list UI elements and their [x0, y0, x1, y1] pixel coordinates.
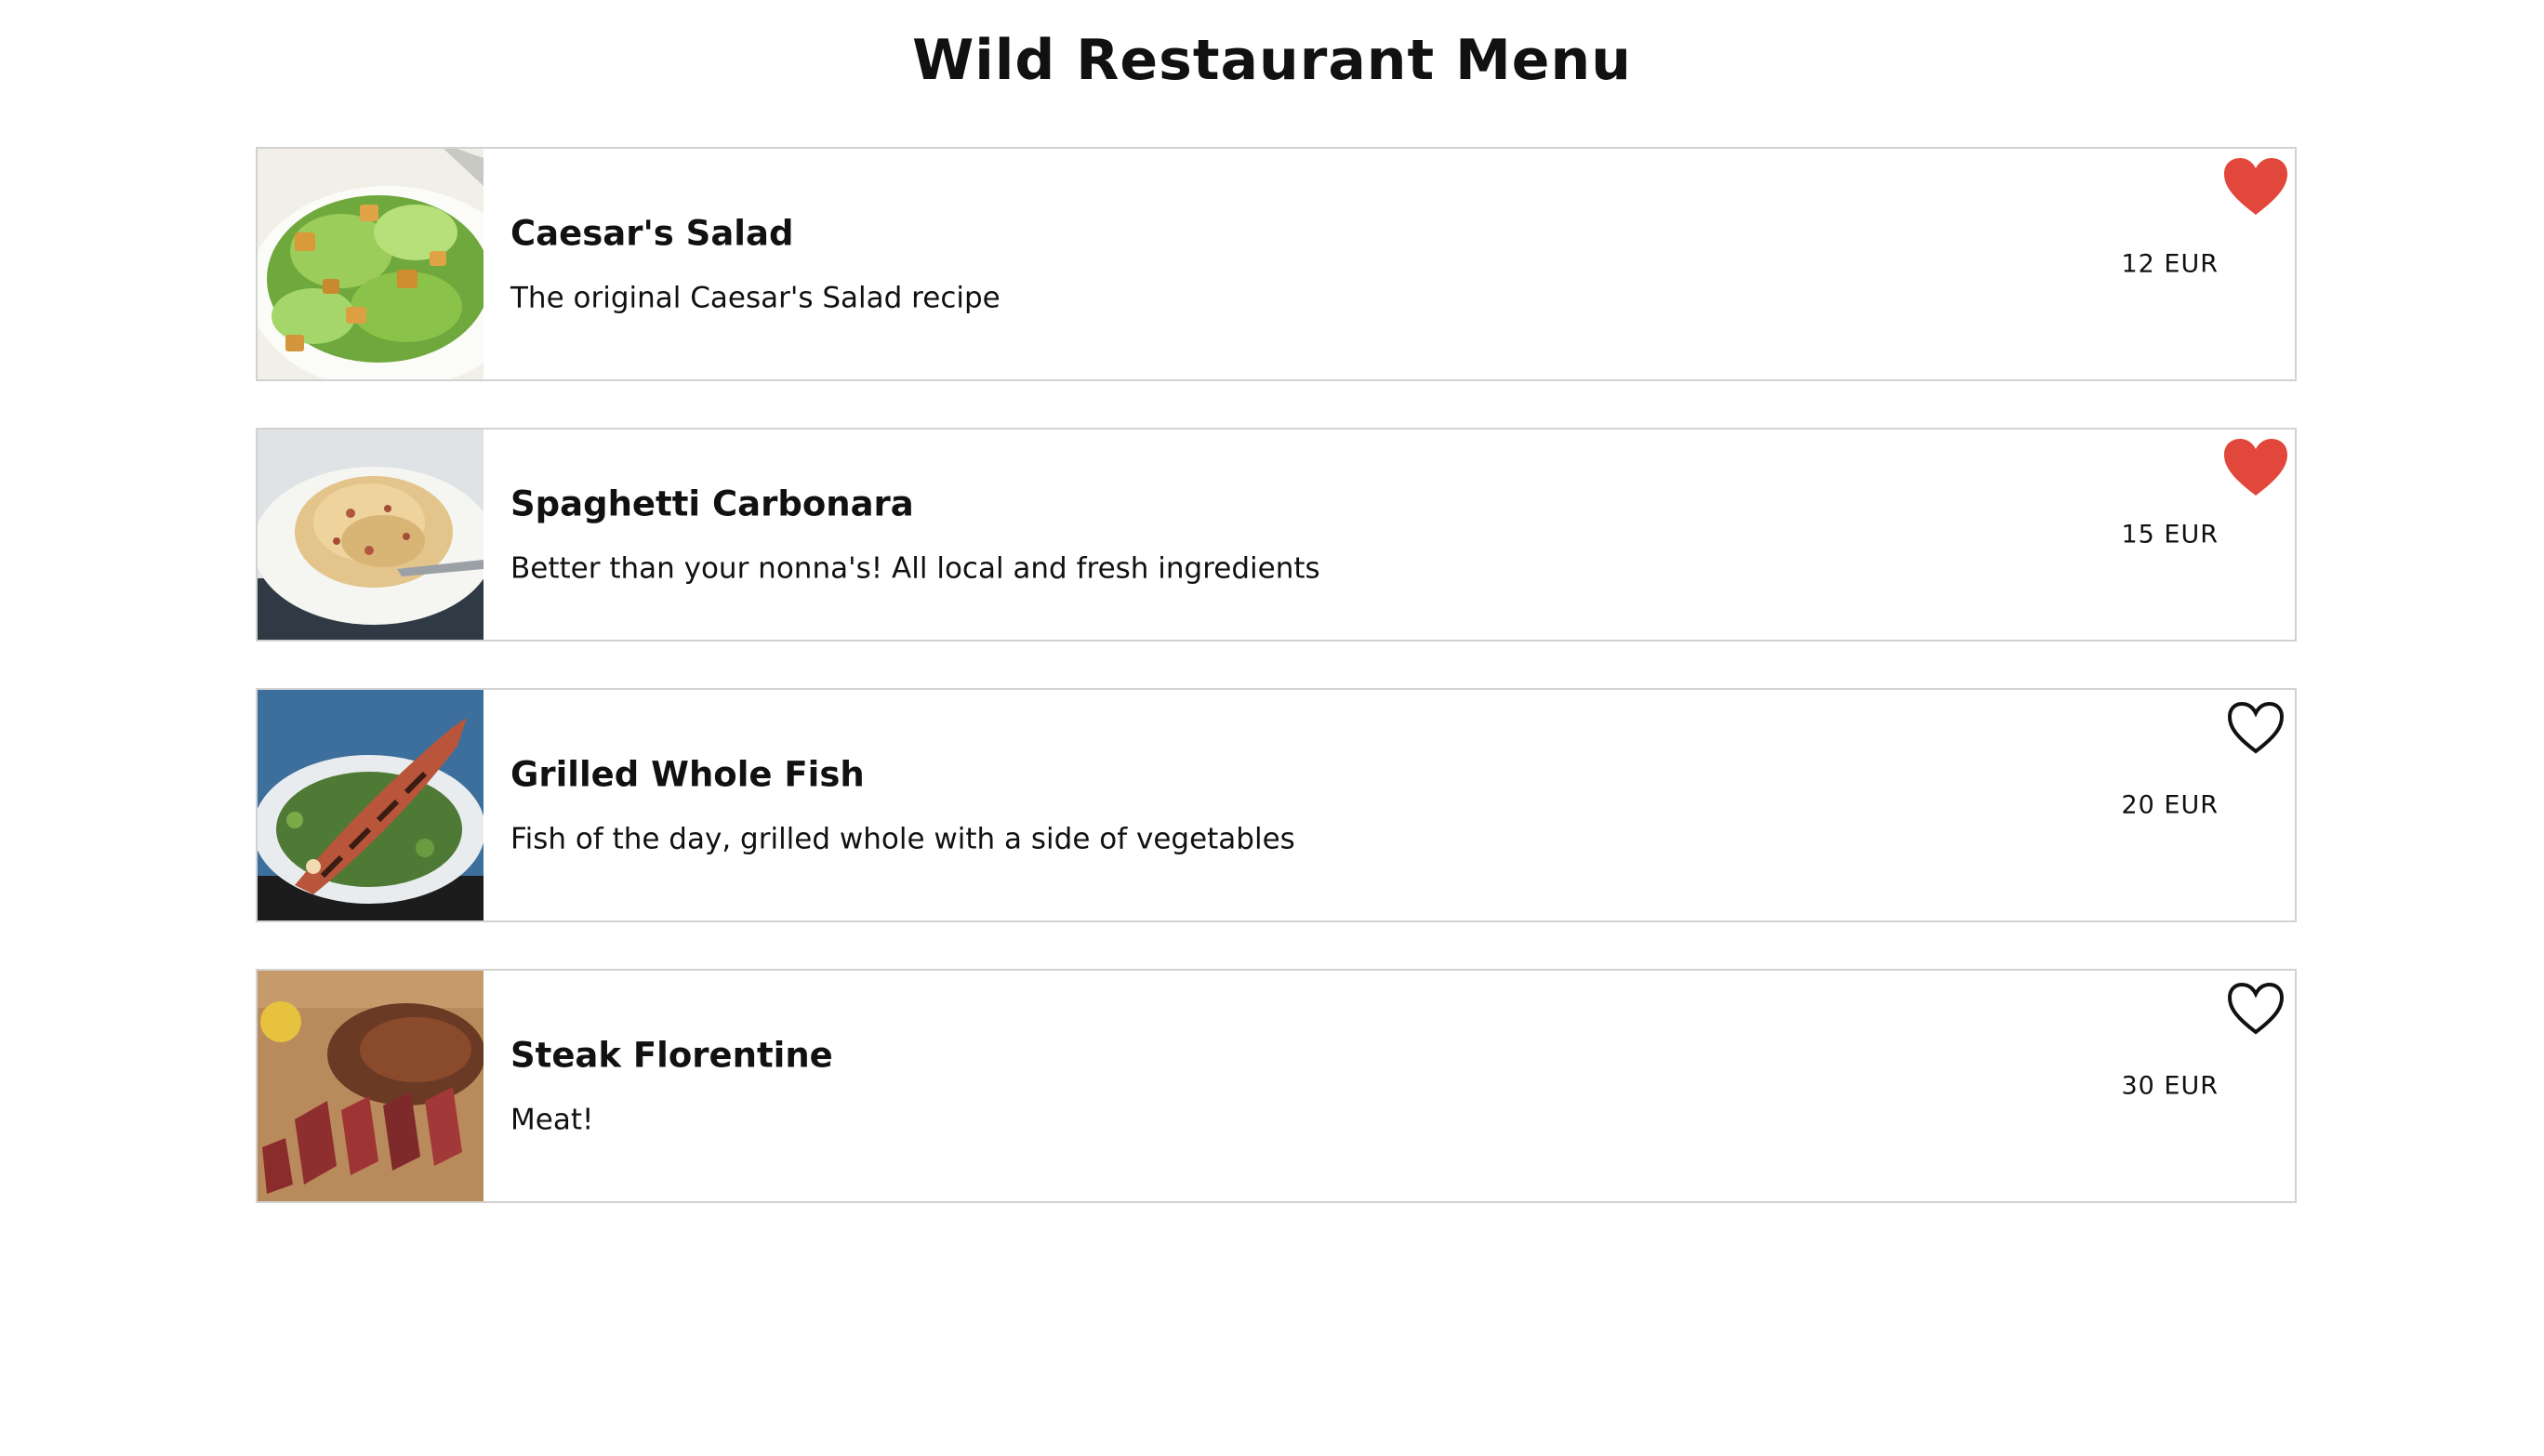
menu-item-grilled-whole-fish: Grilled Whole Fish Fish of the day, gril… — [256, 688, 2297, 922]
dish-price: 20 EUR — [2121, 790, 2219, 820]
dish-text: Steak Florentine Meat! — [510, 1036, 833, 1137]
dish-description: The original Caesar's Salad recipe — [510, 281, 1000, 315]
dish-photo-steak — [258, 971, 484, 1201]
dish-price: 12 EUR — [2121, 249, 2219, 279]
dish-price: 30 EUR — [2121, 1071, 2219, 1101]
heart-outline-icon — [2227, 982, 2285, 1035]
heart-filled-icon — [2224, 439, 2287, 496]
dish-text: Spaghetti Carbonara Better than your non… — [510, 484, 1320, 586]
dish-photo-salad — [258, 149, 484, 379]
dish-price: 15 EUR — [2121, 520, 2219, 549]
dish-name: Caesar's Salad — [510, 213, 794, 254]
menu-item-steak-florentine: Steak Florentine Meat! 30 EUR — [256, 969, 2297, 1203]
dish-description: Fish of the day, grilled whole with a si… — [510, 822, 1295, 856]
favorite-toggle[interactable] — [2222, 978, 2289, 1039]
favorite-toggle[interactable] — [2222, 156, 2289, 218]
dish-name: Steak Florentine — [510, 1035, 833, 1076]
dish-photo-fish — [258, 690, 484, 920]
dish-description: Meat! — [510, 1103, 594, 1137]
page-title: Wild Restaurant Menu — [912, 28, 1632, 93]
favorite-toggle[interactable] — [2222, 697, 2289, 759]
heart-filled-icon — [2224, 158, 2287, 215]
menu-list: Caesar's Salad The original Caesar's Sal… — [256, 147, 2297, 1250]
heart-outline-icon — [2227, 701, 2285, 754]
dish-text: Caesar's Salad The original Caesar's Sal… — [510, 214, 1000, 315]
dish-name: Grilled Whole Fish — [510, 754, 865, 795]
dish-name: Spaghetti Carbonara — [510, 483, 914, 524]
favorite-toggle[interactable] — [2222, 437, 2289, 498]
menu-item-spaghetti-carbonara: Spaghetti Carbonara Better than your non… — [256, 428, 2297, 642]
dish-text: Grilled Whole Fish Fish of the day, gril… — [510, 755, 1295, 856]
dish-description: Better than your nonna's! All local and … — [510, 551, 1320, 586]
dish-photo-pasta — [258, 430, 484, 640]
menu-item-caesars-salad: Caesar's Salad The original Caesar's Sal… — [256, 147, 2297, 381]
